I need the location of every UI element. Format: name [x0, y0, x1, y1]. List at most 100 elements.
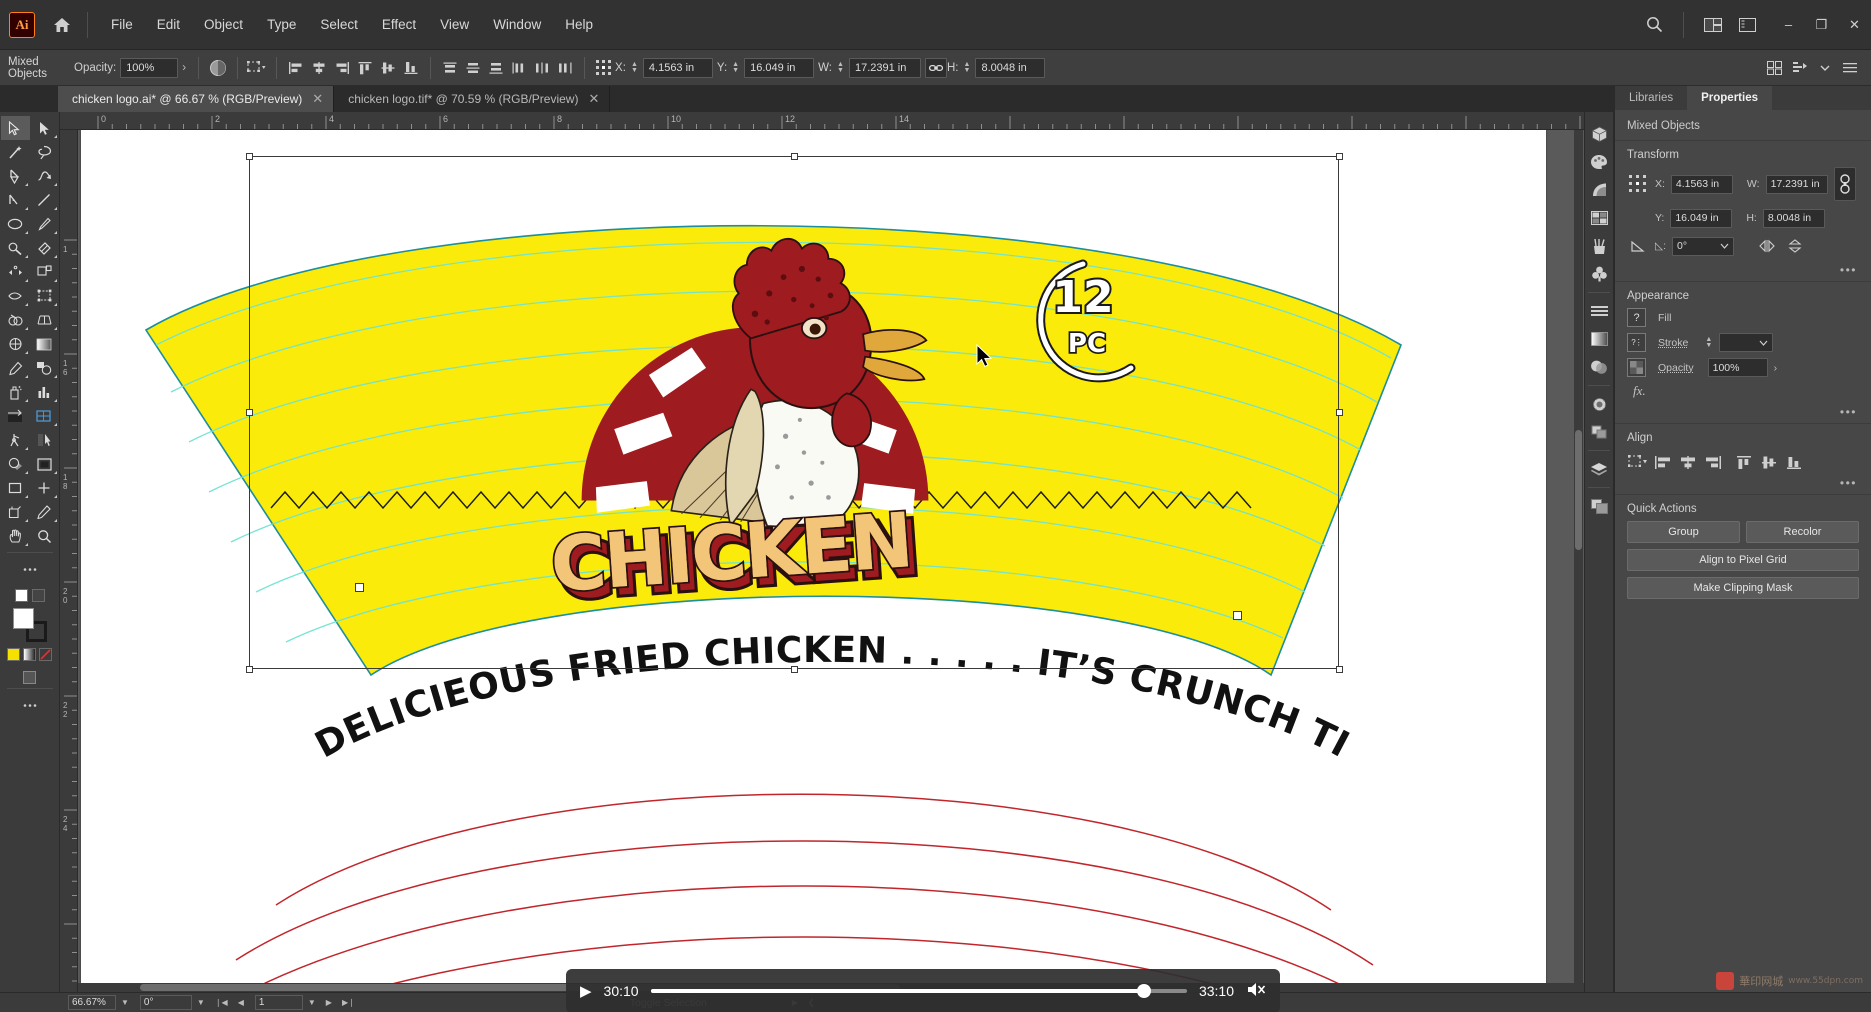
panel-opacity-input[interactable]: 100% — [1708, 358, 1768, 377]
symbol-sprayer-tool[interactable] — [1, 380, 30, 404]
direct-selection-tool[interactable] — [30, 116, 59, 140]
last-artboard-icon[interactable]: ▶❘ — [337, 998, 360, 1007]
tab-properties[interactable]: Properties — [1687, 86, 1772, 110]
control-chevron-down-icon[interactable] — [1814, 57, 1836, 79]
search-icon[interactable] — [1637, 10, 1671, 40]
select-similar-icon[interactable] — [246, 57, 268, 79]
mesh-tool[interactable] — [1, 332, 30, 356]
shaper-tool[interactable] — [1, 236, 30, 260]
align-top-icon[interactable] — [354, 57, 376, 79]
video-progress-knob[interactable] — [1137, 984, 1151, 998]
selection-handle-tl[interactable] — [246, 153, 253, 160]
menu-view[interactable]: View — [429, 12, 480, 37]
stroke-label[interactable]: Stroke — [1658, 337, 1688, 349]
eyedropper-tool[interactable] — [1, 356, 30, 380]
vertical-ruler[interactable]: 11618202224 — [60, 130, 78, 992]
arrange-documents-icon[interactable] — [1696, 10, 1730, 40]
align-top-icon[interactable] — [1733, 452, 1755, 472]
appearance-more-options[interactable]: ••• — [1615, 405, 1871, 423]
magic-wand-tool[interactable] — [1, 140, 30, 164]
lasso-tool[interactable] — [30, 140, 59, 164]
stroke-weight-input[interactable] — [1719, 333, 1773, 352]
y-input[interactable]: 16.049 in — [744, 58, 814, 78]
ellipse-tool[interactable] — [1, 212, 30, 236]
muted-volume-icon[interactable] — [1246, 981, 1266, 1002]
menu-select[interactable]: Select — [309, 12, 369, 37]
rotate-view-input[interactable]: 0° — [140, 995, 192, 1010]
paragraph-styles-icon[interactable] — [1586, 297, 1612, 325]
symbols-icon[interactable] — [1586, 260, 1612, 288]
scale-tool[interactable] — [30, 260, 59, 284]
selection-handle-mr[interactable] — [1336, 409, 1343, 416]
fill-swatch-button[interactable]: ? — [1627, 308, 1646, 327]
blend-tool[interactable] — [30, 356, 59, 380]
transform-reference-point-icon[interactable] — [1627, 173, 1649, 195]
selection-handle-br[interactable] — [1336, 666, 1343, 673]
gradient-tool[interactable] — [30, 332, 59, 356]
swap-fill-stroke-icon[interactable] — [32, 589, 45, 602]
recolor-artwork-icon[interactable] — [207, 57, 229, 79]
zoom-level-input[interactable]: 66.67% — [68, 995, 116, 1010]
distribute-horizontal-center-icon[interactable] — [531, 57, 553, 79]
puppet-warp-tool[interactable] — [1, 428, 30, 452]
link-proportions-icon[interactable] — [925, 58, 947, 78]
color-palette-icon[interactable] — [1586, 148, 1612, 176]
distribute-vertical-center-icon[interactable] — [462, 57, 484, 79]
menu-object[interactable]: Object — [193, 12, 254, 37]
zoom-dropdown-icon[interactable]: ▼ — [116, 998, 134, 1007]
tab-chicken-logo-tif[interactable]: chicken logo.tif* @ 70.59 % (RGB/Preview… — [334, 86, 610, 112]
align-vertical-center-icon[interactable] — [1758, 452, 1780, 472]
shape-builder-tool[interactable] — [1, 308, 30, 332]
shaper-select-tool[interactable] — [30, 428, 59, 452]
selection-tool[interactable] — [1, 116, 30, 140]
menu-file[interactable]: File — [100, 12, 144, 37]
menu-type[interactable]: Type — [256, 12, 307, 37]
transform-more-options[interactable]: ••• — [1615, 263, 1871, 281]
selection-handle-bc[interactable] — [791, 666, 798, 673]
paintbrush-tool[interactable] — [30, 212, 59, 236]
selection-handle-tc[interactable] — [791, 153, 798, 160]
w-stepper[interactable]: ▲ ▼ — [836, 62, 845, 74]
panel-angle-input[interactable]: 0° — [1672, 237, 1734, 256]
artboard-tool[interactable] — [1, 404, 30, 428]
fx-label[interactable]: fx. — [1633, 383, 1646, 399]
selection-handle-ml[interactable] — [246, 409, 253, 416]
panel-w-input[interactable]: 17.2391 in — [1766, 175, 1828, 194]
fill-swatch[interactable] — [13, 608, 34, 629]
next-artboard-icon[interactable]: ▶ — [321, 998, 337, 1007]
swatches-icon[interactable] — [1586, 204, 1612, 232]
video-progress-track[interactable] — [651, 989, 1187, 993]
arrange-panel-icon[interactable] — [1764, 57, 1786, 79]
perspective-grid-tool[interactable] — [30, 308, 59, 332]
column-graph-tool[interactable] — [30, 380, 59, 404]
tab-close-icon[interactable]: ✕ — [312, 91, 323, 107]
h-input[interactable]: 8.0048 in — [975, 58, 1045, 78]
previous-artboard-icon[interactable]: ◀ — [233, 998, 249, 1007]
workspace-switcher-icon[interactable] — [1730, 10, 1764, 40]
artboards-icon[interactable] — [1586, 492, 1612, 520]
tab-libraries[interactable]: Libraries — [1615, 86, 1687, 110]
opacity-swatch-icon[interactable] — [1627, 358, 1646, 377]
canvas-vertical-scrollbar[interactable] — [1574, 130, 1583, 983]
pencil-tool[interactable] — [30, 500, 59, 524]
opacity-expand-arrow[interactable]: › — [1774, 362, 1778, 374]
panel-y-input[interactable]: 16.049 in — [1670, 209, 1732, 228]
rectangle-tool[interactable] — [1, 476, 30, 500]
selection-handle-tr[interactable] — [1336, 153, 1343, 160]
artboard-number-input[interactable]: 1 — [255, 995, 303, 1010]
align-vertical-center-icon[interactable] — [377, 57, 399, 79]
distribute-left-icon[interactable] — [508, 57, 530, 79]
make-clipping-mask-button[interactable]: Make Clipping Mask — [1627, 577, 1859, 599]
distribute-top-icon[interactable] — [439, 57, 461, 79]
first-artboard-icon[interactable]: ❘◀ — [210, 998, 233, 1007]
live-paint-tool[interactable] — [30, 452, 59, 476]
free-transform-tool[interactable] — [30, 284, 59, 308]
menu-window[interactable]: Window — [482, 12, 552, 37]
align-to-pixel-grid-button[interactable]: Align to Pixel Grid — [1627, 549, 1859, 571]
stroke-swatch-button[interactable]: ?⋮ — [1627, 333, 1646, 352]
tab-chicken-logo-ai[interactable]: chicken logo.ai* @ 66.67 % (RGB/Preview)… — [58, 86, 334, 112]
y-stepper[interactable]: ▲ ▼ — [731, 62, 740, 74]
default-fill-stroke-icon[interactable] — [15, 589, 28, 602]
edit-toolbar-icon[interactable] — [15, 557, 44, 581]
distribute-bottom-icon[interactable] — [485, 57, 507, 79]
